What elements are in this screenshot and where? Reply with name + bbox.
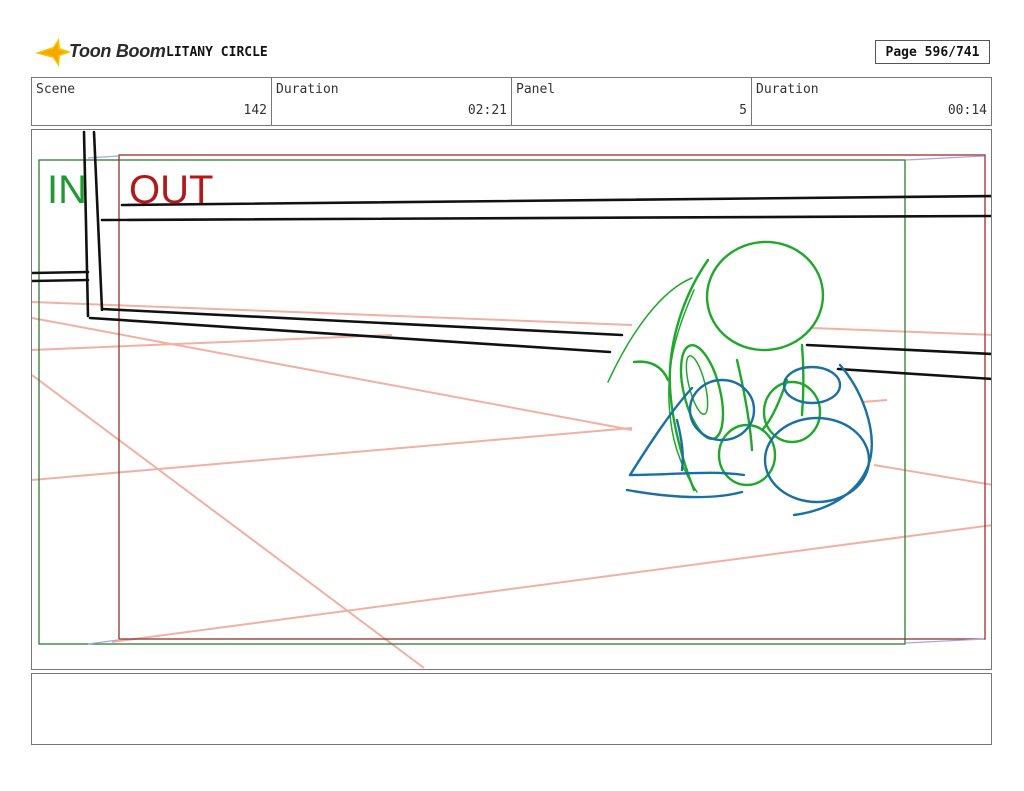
page-counter: Page 596/741 <box>875 40 990 64</box>
panel-label: Panel <box>516 82 556 97</box>
scene-cell: Scene 142 <box>32 78 272 125</box>
in-frame <box>38 159 906 645</box>
perspective-guides <box>32 301 991 669</box>
panel-duration-cell: Duration 00:14 <box>752 78 991 125</box>
project-title: LITANY CIRCLE <box>166 45 268 60</box>
scene-label: Scene <box>36 82 76 97</box>
scene-duration-value: 02:21 <box>467 103 507 118</box>
panel-duration-value: 00:14 <box>947 103 987 118</box>
logo-star-icon <box>35 38 71 67</box>
scene-value: 142 <box>243 103 267 118</box>
panel-cell: Panel 5 <box>512 78 752 125</box>
panel-info-bar: Scene 142 Duration 02:21 Panel 5 Duratio… <box>31 77 992 126</box>
scene-duration-label: Duration <box>276 82 339 97</box>
panel-notes-box[interactable] <box>31 673 992 745</box>
character-sketch-green <box>607 240 825 493</box>
scene-duration-cell: Duration 02:21 <box>272 78 512 125</box>
storyboard-panel[interactable]: IN OUT <box>31 129 992 670</box>
toon-boom-logo: Toon Boom <box>33 36 166 70</box>
panel-duration-label: Duration <box>756 82 819 97</box>
in-label: IN <box>47 168 87 212</box>
character-sketch-blue <box>625 363 873 517</box>
logo-wordmark: Toon Boom <box>69 41 166 61</box>
panel-value: 5 <box>739 103 747 118</box>
out-frame <box>118 154 986 640</box>
out-label: OUT <box>129 168 214 212</box>
